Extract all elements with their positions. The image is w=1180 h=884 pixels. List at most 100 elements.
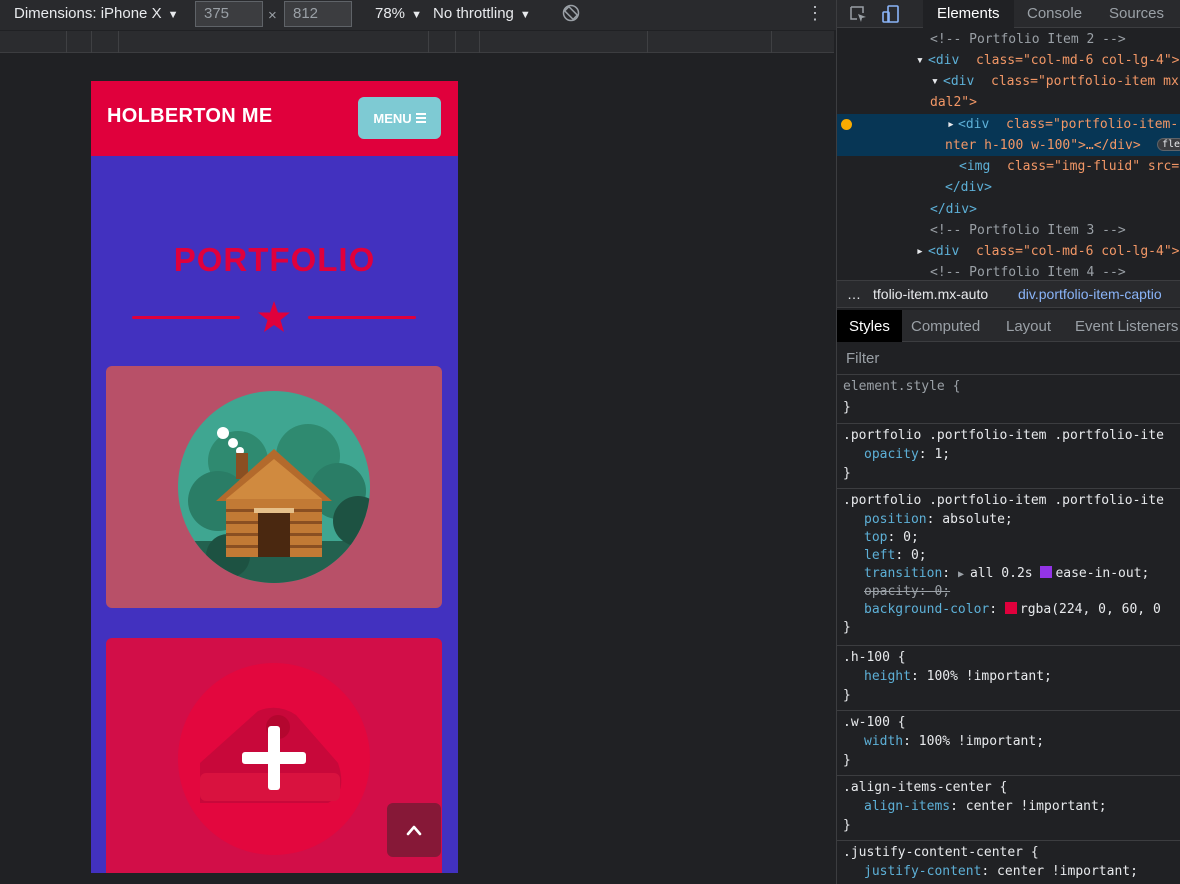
ruler-segment[interactable] <box>479 31 480 53</box>
dom-tag: <div <box>958 117 998 132</box>
css-value[interactable]: : 0; <box>895 548 926 563</box>
css-selector[interactable]: .justify-content-center { <box>843 845 1039 863</box>
dom-node[interactable]: <!-- Portfolio Item 2 --> <box>837 29 1180 50</box>
tab-computed[interactable]: Computed <box>911 318 980 335</box>
css-property[interactable]: position <box>864 512 927 527</box>
tab-elements[interactable]: Elements <box>923 0 1014 28</box>
css-value[interactable]: : 0; <box>887 530 918 545</box>
dom-attrs: class="portfolio-item- <box>1006 117 1179 132</box>
css-value[interactable]: rgba(224, 0, 60, 0 <box>1020 602 1161 617</box>
expand-arrow-icon[interactable]: ▾ <box>916 53 924 68</box>
css-selector[interactable]: .portfolio .portfolio-item .portfolio-it… <box>843 493 1164 511</box>
breadcrumb-item[interactable]: tfolio-item.mx-auto <box>873 286 988 302</box>
css-property[interactable]: opacity <box>864 447 919 462</box>
tab-event-listeners[interactable]: Event Listeners <box>1075 318 1178 335</box>
dom-attrs: class="img-fluid" src= <box>1007 159 1180 174</box>
media-query-ruler <box>0 31 834 53</box>
css-close: } <box>843 753 851 768</box>
expand-arrow-icon[interactable]: ▶ <box>958 569 970 580</box>
dom-close-tag: </div> <box>930 202 977 217</box>
menu-button[interactable]: MENU <box>358 97 441 139</box>
css-property[interactable]: height <box>864 669 911 684</box>
easing-swatch-icon[interactable] <box>1040 566 1053 578</box>
dom-node[interactable]: ▾ <div class="col-md-6 col-lg-4"> <box>837 50 1180 71</box>
css-value[interactable]: : center !important; <box>950 799 1107 814</box>
css-selector[interactable]: .align-items-center { <box>843 780 1007 798</box>
device-select-label: Dimensions: iPhone X <box>14 5 162 22</box>
css-property[interactable]: left <box>864 548 895 563</box>
more-options-icon[interactable]: ⋮ <box>806 3 824 24</box>
css-colon: : <box>942 566 958 581</box>
css-property[interactable]: align-items <box>864 799 950 814</box>
zoom-select[interactable]: 78% ▼ <box>375 5 422 22</box>
width-input[interactable]: 375 <box>195 1 263 27</box>
dom-comment: <!-- Portfolio Item 3 --> <box>930 223 1126 238</box>
dom-node[interactable]: <!-- Portfolio Item 3 --> <box>837 220 1180 241</box>
chevron-up-icon <box>406 825 422 836</box>
css-value[interactable]: : absolute; <box>927 512 1013 527</box>
css-value[interactable]: ease-in-out; <box>1055 566 1149 581</box>
dom-comment: <!-- Portfolio Item 4 --> <box>930 265 1126 280</box>
dom-node[interactable]: ▸ <div class="col-md-6 col-lg-4"> <box>837 241 1180 262</box>
flex-badge[interactable]: fle <box>1157 138 1180 151</box>
ruler-segment[interactable] <box>771 31 772 53</box>
css-value[interactable]: : 1; <box>919 447 950 462</box>
divider-line-right <box>308 316 416 319</box>
device-toolbar-icon[interactable] <box>881 4 901 24</box>
ruler-segment[interactable] <box>428 31 429 53</box>
expand-arrow-icon[interactable]: ▸ <box>916 244 924 259</box>
color-swatch-icon[interactable] <box>1004 602 1017 614</box>
css-close: } <box>843 466 851 481</box>
hamburger-icon <box>415 113 426 123</box>
css-value[interactable]: : 100% !important; <box>903 734 1044 749</box>
css-property[interactable]: justify-content <box>864 864 981 879</box>
expand-arrow-icon[interactable]: ▸ <box>947 117 955 132</box>
dom-node[interactable]: </div> <box>837 177 1180 198</box>
css-property[interactable]: width <box>864 734 903 749</box>
rotate-icon[interactable] <box>562 4 580 22</box>
ruler-segment[interactable] <box>66 31 67 53</box>
tab-sources[interactable]: Sources <box>1109 5 1164 22</box>
css-selector[interactable]: element.style { <box>843 379 960 397</box>
tab-styles[interactable]: Styles <box>837 310 902 342</box>
site-brand[interactable]: HOLBERTON ME <box>107 105 272 128</box>
portfolio-item[interactable] <box>106 366 442 608</box>
throttling-select[interactable]: No throttling ▼ <box>433 5 531 22</box>
css-property[interactable]: transition <box>864 566 942 581</box>
scroll-to-top-button[interactable] <box>387 803 441 857</box>
dom-node[interactable]: </div> <box>837 199 1180 220</box>
css-value[interactable]: all 0.2s <box>970 566 1040 581</box>
expand-arrow-icon[interactable]: ▾ <box>931 74 939 89</box>
tab-console[interactable]: Console <box>1027 5 1082 22</box>
ruler-segment[interactable] <box>455 31 456 53</box>
css-property[interactable]: background-color <box>864 602 989 617</box>
device-select[interactable]: Dimensions: iPhone X ▼ <box>14 5 179 22</box>
ruler-segment[interactable] <box>647 31 648 53</box>
inspect-element-icon[interactable] <box>849 5 867 23</box>
css-value[interactable]: : 100% !important; <box>911 669 1052 684</box>
css-close: } <box>843 818 851 833</box>
issue-dot-icon <box>841 119 852 130</box>
dropdown-arrow-icon: ▼ <box>408 9 422 21</box>
ruler-segment[interactable] <box>91 31 92 53</box>
css-overridden-declaration[interactable]: opacity: 0; <box>864 584 950 602</box>
css-rule: .portfolio .portfolio-item .portfolio-it… <box>837 425 1180 489</box>
css-value[interactable]: : center !important; <box>981 864 1138 879</box>
css-colon: : <box>989 602 1005 617</box>
css-selector[interactable]: .h-100 { <box>843 650 906 668</box>
height-input[interactable]: 812 <box>284 1 352 27</box>
tab-layout[interactable]: Layout <box>1006 318 1051 335</box>
css-selector[interactable]: .portfolio .portfolio-item .portfolio-it… <box>843 428 1164 446</box>
ruler-segment[interactable] <box>118 31 119 53</box>
dom-node[interactable]: ▾ <div class="portfolio-item mx <box>837 71 1180 92</box>
css-selector[interactable]: .w-100 { <box>843 715 906 733</box>
breadcrumb-item-current[interactable]: div.portfolio-item-captio <box>1018 286 1162 302</box>
dom-node-selected[interactable]: ▸ <div class="portfolio-item- nter h-100 … <box>837 114 1180 156</box>
breadcrumb-more[interactable]: … <box>847 286 861 302</box>
css-property[interactable]: top <box>864 530 887 545</box>
dom-attrs: class="portfolio-item mx <box>991 74 1179 89</box>
dom-node[interactable]: <img class="img-fluid" src= <box>837 156 1180 177</box>
styles-filter-input[interactable]: Filter <box>837 343 1180 375</box>
css-rule: .w-100 { width: 100% !important; } <box>837 712 1180 776</box>
zoom-label: 78% <box>375 5 406 22</box>
